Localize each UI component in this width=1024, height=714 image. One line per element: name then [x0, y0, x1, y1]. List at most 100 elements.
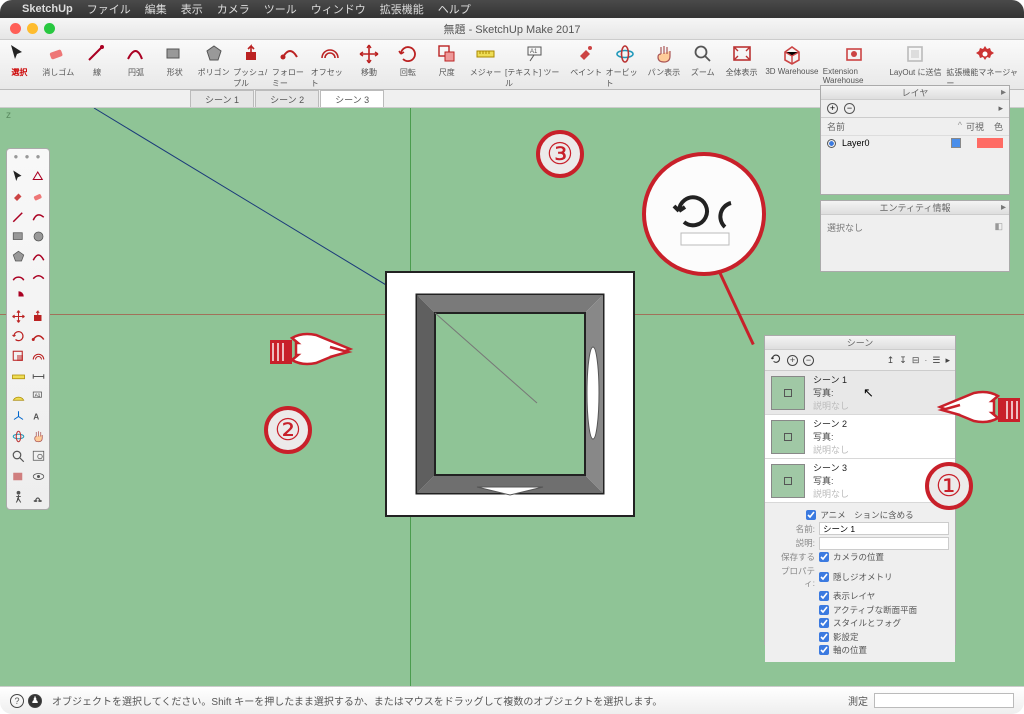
toolbar-scale[interactable]: 尺度 — [427, 43, 466, 78]
toolbar-pan[interactable]: パン表示 — [644, 43, 683, 78]
toolbar-extmgr[interactable]: 拡張機能マネージャー — [946, 43, 1024, 89]
tool-circle[interactable] — [29, 227, 47, 245]
prop-camera[interactable] — [819, 552, 829, 562]
toolbar-3dwh[interactable]: 3D Warehouse — [761, 43, 823, 76]
tool-scale[interactable] — [9, 347, 27, 365]
toolbar-orbit[interactable]: オービット — [606, 43, 645, 89]
tool-line[interactable] — [9, 207, 27, 225]
prop-hidden[interactable] — [819, 572, 829, 582]
scene-view-icon[interactable]: ⊟ — [912, 355, 920, 366]
tool-2arc[interactable] — [9, 267, 27, 285]
tool-zoom[interactable] — [9, 447, 27, 465]
tool-tape[interactable] — [9, 367, 27, 385]
tool-pushpull[interactable] — [29, 307, 47, 325]
toolbar-zoom[interactable]: ズーム — [683, 43, 722, 78]
menu-view[interactable]: 表示 — [181, 1, 203, 17]
tool-mcomp[interactable] — [29, 167, 47, 185]
tool-offset[interactable] — [29, 347, 47, 365]
layer-row[interactable]: Layer0 — [821, 136, 1009, 150]
menu-window[interactable]: ウィンドウ — [311, 1, 366, 17]
prop-shadow[interactable] — [819, 632, 829, 642]
toolbar-zoomext[interactable]: 全体表示 — [722, 43, 761, 78]
tool-axes[interactable] — [9, 407, 27, 425]
tool-text[interactable]: A1 — [29, 387, 47, 405]
scene-row-2[interactable]: シーン 2写真:説明なし — [765, 415, 955, 459]
tool-walk[interactable] — [29, 487, 47, 505]
toolbar-move[interactable]: 移動 — [350, 43, 389, 78]
scene-name-field[interactable] — [819, 522, 949, 535]
scene-list-icon[interactable]: ☰ — [932, 355, 940, 366]
tool-3arc[interactable] — [29, 267, 47, 285]
tool-rotate[interactable] — [9, 327, 27, 345]
help-icon[interactable]: ? — [10, 694, 24, 708]
prop-axes[interactable] — [819, 645, 829, 655]
tool-protractor[interactable] — [9, 387, 27, 405]
scene-row-1[interactable]: シーン 1写真:説明なし ↖ — [765, 371, 955, 415]
toolbar-offset[interactable]: オフセット — [311, 43, 350, 89]
scene-remove-button[interactable]: − — [803, 355, 814, 366]
scene-include-checkbox[interactable] — [806, 510, 816, 520]
tool-polygon[interactable] — [9, 247, 27, 265]
prop-style[interactable] — [819, 618, 829, 628]
layers-panel[interactable]: レイヤ ▸ + − ▸ 名前 ^ 可視 色 Layer0 — [820, 85, 1010, 195]
tool-lookaround[interactable] — [29, 467, 47, 485]
scene-menu-icon[interactable]: ▸ — [945, 355, 950, 366]
scene-update-button[interactable] — [770, 353, 782, 367]
app-name[interactable]: SketchUp — [22, 3, 73, 15]
tool-rect[interactable] — [9, 227, 27, 245]
scene-up-button[interactable]: ↥ — [887, 355, 895, 366]
scene-down-button[interactable]: ↧ — [899, 355, 907, 366]
tool-position[interactable] — [9, 487, 27, 505]
menu-tools[interactable]: ツール — [264, 1, 297, 17]
layer-add-button[interactable]: + — [827, 103, 838, 114]
toolbar-tape[interactable]: メジャー — [466, 43, 505, 78]
tool-dim[interactable] — [29, 367, 47, 385]
layer-visible-checkbox[interactable] — [951, 138, 961, 148]
toolbar-shapes[interactable]: 形状 — [155, 43, 194, 78]
layer-color-swatch[interactable] — [977, 138, 1003, 148]
layer-active-radio[interactable] — [827, 139, 836, 148]
menu-file[interactable]: ファイル — [87, 1, 131, 17]
layer-name[interactable]: Layer0 — [842, 138, 941, 148]
tool-paint[interactable] — [9, 187, 27, 205]
menu-camera[interactable]: カメラ — [217, 1, 250, 17]
tool-followme[interactable] — [29, 327, 47, 345]
window-close-button[interactable] — [10, 23, 21, 34]
prop-section[interactable] — [819, 605, 829, 615]
scene-tab-3[interactable]: シーン 3 — [320, 90, 384, 107]
tool-freehand[interactable] — [29, 207, 47, 225]
layer-menu-icon[interactable]: ▸ — [998, 103, 1003, 114]
entity-menu-icon[interactable]: ◧ — [994, 221, 1003, 232]
window-zoom-button[interactable] — [44, 23, 55, 34]
layer-remove-button[interactable]: − — [844, 103, 855, 114]
toolbar-line[interactable]: 線 — [78, 43, 117, 78]
layers-col-color[interactable]: 色 — [994, 120, 1003, 133]
tool-eraser[interactable] — [29, 187, 47, 205]
tool-3dtext[interactable]: A — [29, 407, 47, 425]
palette-grip[interactable]: ● ● ● — [7, 152, 49, 161]
scene-add-button[interactable]: + — [787, 355, 798, 366]
tool-section[interactable] — [9, 467, 27, 485]
tool-pan[interactable] — [29, 427, 47, 445]
menu-ext[interactable]: 拡張機能 — [380, 1, 424, 17]
menu-edit[interactable]: 編集 — [145, 1, 167, 17]
layers-col-visible[interactable]: 可視 — [966, 120, 984, 133]
toolbar-layout[interactable]: LayOut に送信 — [885, 43, 947, 78]
entity-collapse-icon[interactable]: ▸ — [1001, 202, 1006, 213]
model-geometry[interactable] — [385, 271, 635, 517]
toolbar-polygon[interactable]: ポリゴン — [194, 43, 233, 78]
tool-move[interactable] — [9, 307, 27, 325]
window-minimize-button[interactable] — [27, 23, 38, 34]
tool-zoomwin[interactable] — [29, 447, 47, 465]
toolbar-paint[interactable]: ペイント — [567, 43, 606, 78]
layers-col-name[interactable]: 名前 — [827, 120, 954, 133]
tool-pie[interactable] — [9, 287, 27, 305]
scene-tab-2[interactable]: シーン 2 — [255, 90, 319, 107]
toolbar-followme[interactable]: フォローミー — [272, 43, 311, 89]
tool-arc[interactable] — [29, 247, 47, 265]
toolbar-text[interactable]: A1[テキスト] ツール — [505, 43, 567, 89]
toolbar-arc[interactable]: 円弧 — [117, 43, 156, 78]
entity-info-panel[interactable]: エンティティ情報 ▸ 選択なし ◧ — [820, 200, 1010, 272]
toolbar-rotate[interactable]: 回転 — [388, 43, 427, 78]
scene-tab-1[interactable]: シーン 1 — [190, 90, 254, 107]
